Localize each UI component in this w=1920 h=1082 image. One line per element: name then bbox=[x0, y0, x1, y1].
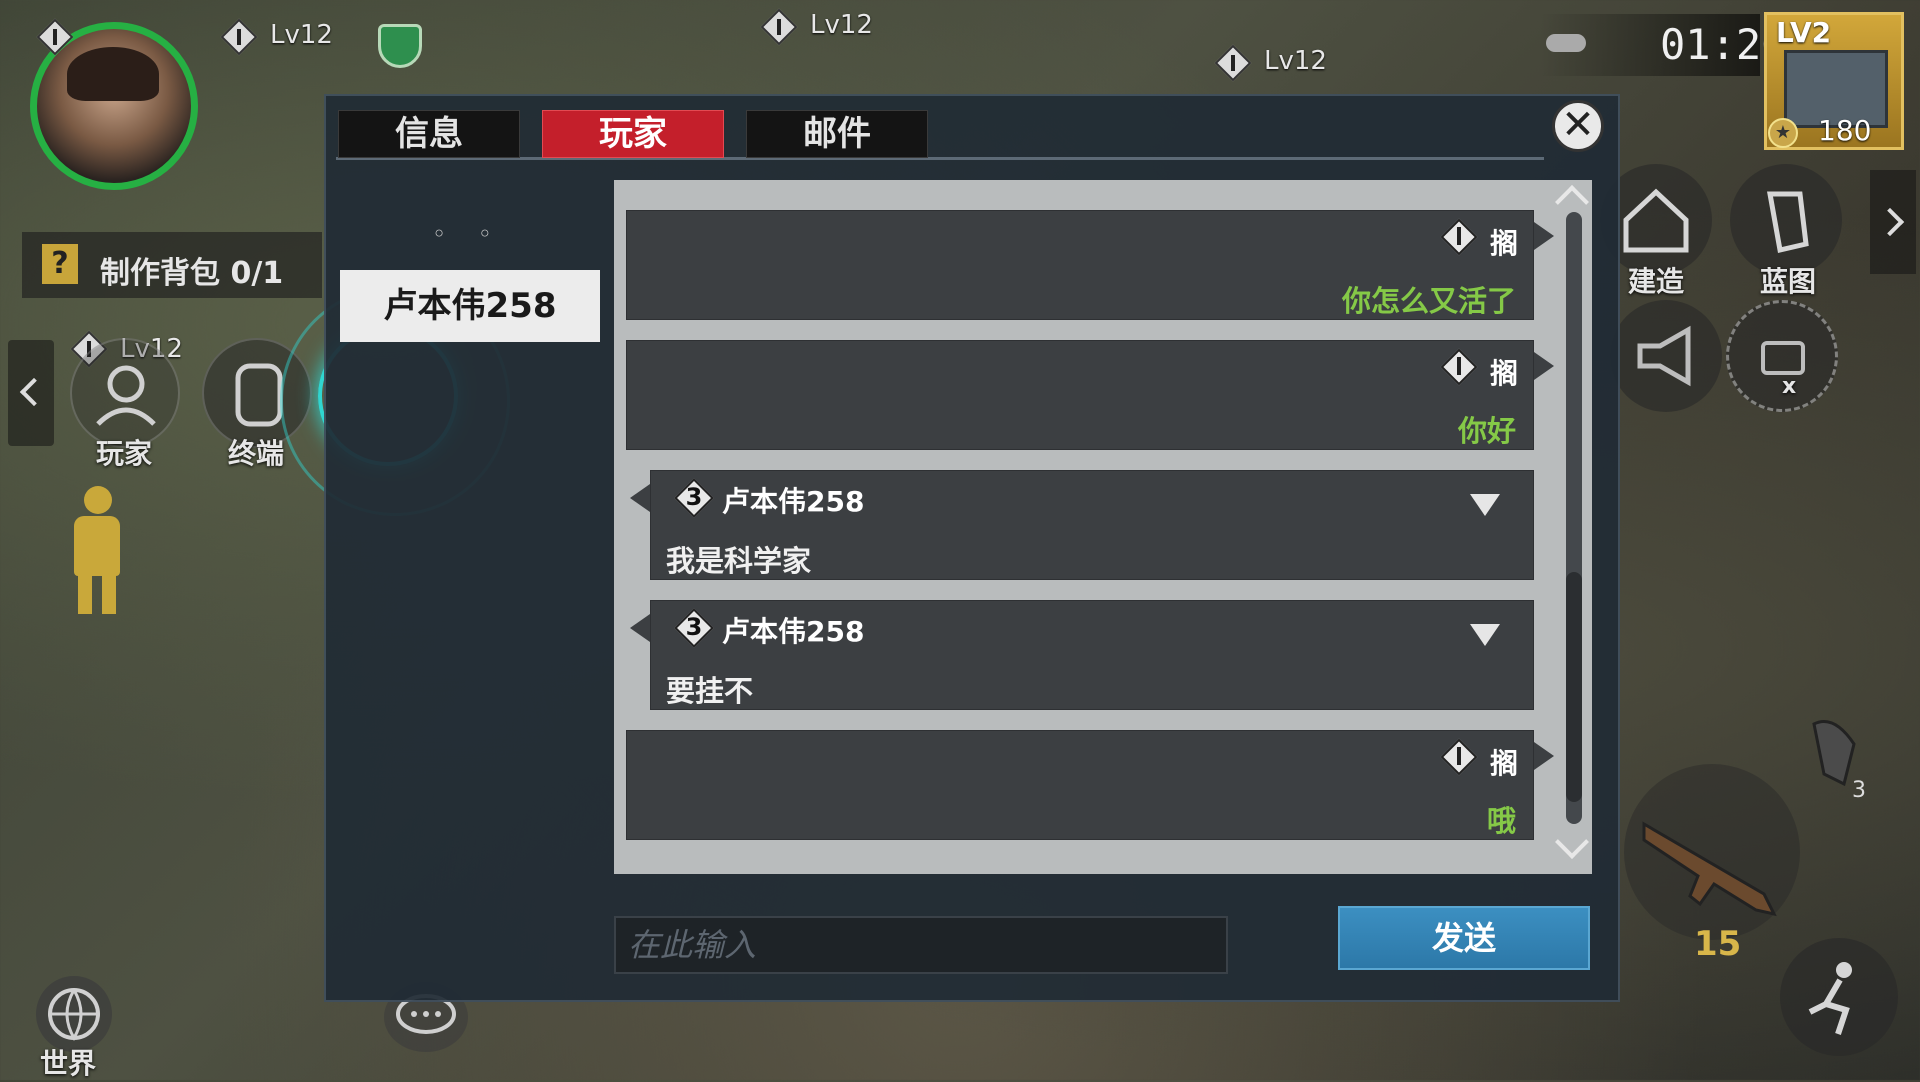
craft-quest-label: 制作背包 0/1 bbox=[100, 256, 284, 291]
send-button[interactable]: 发送 bbox=[1338, 906, 1590, 970]
quest-icon: ? bbox=[42, 244, 78, 284]
rank-badge-mark bbox=[1457, 227, 1461, 245]
chevron-down-icon[interactable] bbox=[1470, 494, 1500, 516]
chest-level: LV2 bbox=[1776, 16, 1832, 49]
close-icon[interactable]: ✕ bbox=[1552, 100, 1604, 152]
chest-cost: 180 bbox=[1818, 114, 1872, 147]
megaphone-icon bbox=[1637, 325, 1691, 387]
rank-badge-icon bbox=[220, 18, 258, 56]
bubble-tail bbox=[1534, 352, 1554, 380]
sender-name: 搁 bbox=[1490, 747, 1519, 780]
sender-name: 搁 bbox=[1490, 227, 1519, 260]
camera-multiplier: x bbox=[1782, 374, 1797, 399]
run-icon bbox=[1808, 962, 1852, 1035]
bubble-tail bbox=[630, 614, 650, 642]
ammo-count: 15 bbox=[1694, 924, 1742, 964]
rank-badge-icon bbox=[760, 8, 798, 46]
expand-right-button[interactable] bbox=[1870, 170, 1916, 274]
bubble-tail bbox=[1534, 742, 1554, 770]
shield-icon[interactable] bbox=[378, 24, 422, 68]
chevron-down-icon[interactable] bbox=[1470, 624, 1500, 646]
tab-players[interactable]: 玩家 bbox=[542, 110, 724, 158]
blueprint-label: 蓝图 bbox=[1760, 265, 1817, 298]
message-text: 要挂不 bbox=[666, 674, 754, 708]
sender-name: 卢本伟258 bbox=[722, 615, 865, 648]
helicopter-icon bbox=[1546, 34, 1586, 52]
magazine-count: 3 bbox=[1852, 778, 1866, 803]
rank-badge-mark bbox=[1457, 357, 1461, 375]
world-globe-button[interactable] bbox=[36, 976, 112, 1052]
star-coin-icon: ★ bbox=[1768, 118, 1798, 148]
player-level-label: Lv12 bbox=[270, 20, 333, 50]
bubble-tail bbox=[1534, 222, 1554, 250]
player-level-label: Lv12 bbox=[810, 10, 873, 40]
rank-badge-icon bbox=[1214, 44, 1252, 82]
player-level-label: Lv12 bbox=[1264, 46, 1327, 76]
message-text: 我是科学家 bbox=[666, 544, 812, 578]
contact-item[interactable]: 卢本伟258 bbox=[340, 270, 600, 342]
character-status-figure bbox=[62, 486, 132, 616]
globe-icon bbox=[48, 988, 100, 1041]
scrollbar-thumb[interactable] bbox=[1566, 572, 1582, 802]
sender-name: 卢本伟258 bbox=[722, 485, 865, 518]
tab-mail[interactable]: 邮件 bbox=[746, 110, 928, 158]
bubble-tail bbox=[630, 484, 650, 512]
tab-info[interactable]: 信息 bbox=[338, 110, 520, 158]
sender-name: 搁 bbox=[1490, 357, 1519, 390]
chat-input[interactable] bbox=[614, 916, 1228, 974]
contact-dots: ◦ ◦ bbox=[432, 220, 504, 248]
rank-number: 3 bbox=[685, 483, 703, 511]
rank-badge-mark bbox=[1457, 747, 1461, 765]
rank-number: 3 bbox=[685, 613, 703, 641]
terminal-label: 终端 bbox=[228, 437, 285, 470]
message-text: 你好 bbox=[1457, 414, 1516, 448]
megaphone-button[interactable] bbox=[1610, 300, 1722, 412]
players-label: 玩家 bbox=[96, 437, 153, 470]
message-text: 哦 bbox=[1486, 804, 1516, 838]
weapon-slot[interactable] bbox=[1624, 764, 1800, 940]
assault-rifle-icon bbox=[1642, 821, 1777, 917]
collapse-left-button[interactable] bbox=[8, 340, 54, 446]
sprint-button[interactable] bbox=[1780, 938, 1898, 1056]
message-text: 你怎么又活了 bbox=[1341, 284, 1516, 318]
world-label: 世界 bbox=[40, 1047, 97, 1080]
build-label: 建造 bbox=[1628, 265, 1685, 298]
